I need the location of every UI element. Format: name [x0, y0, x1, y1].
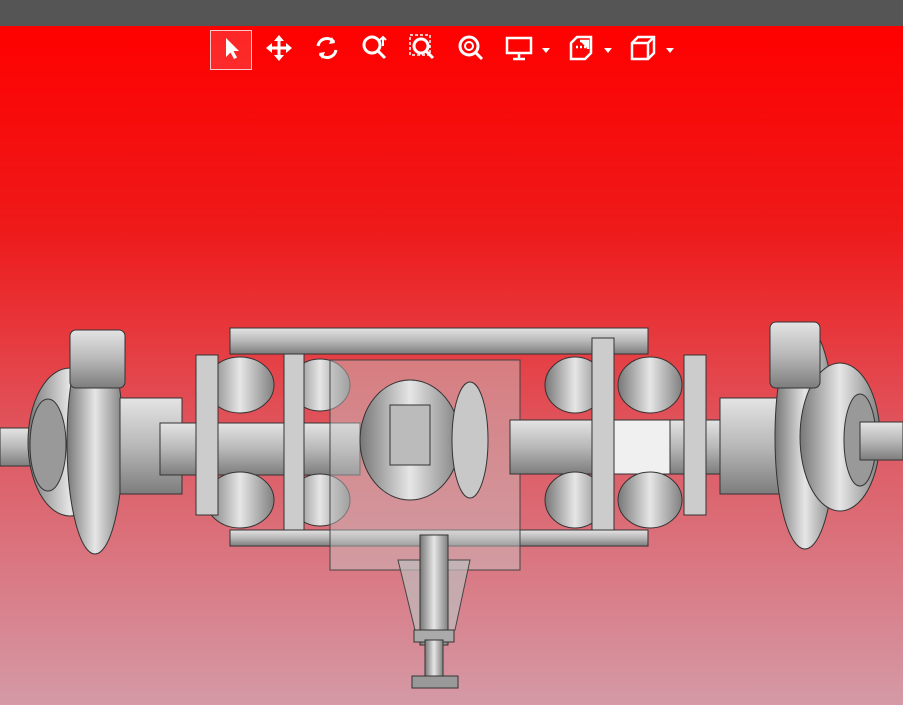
zoom-icon: [360, 33, 390, 68]
zoom-window-icon: [408, 33, 438, 68]
display-mode-dropdown[interactable]: [498, 30, 550, 70]
axle-assembly-model[interactable]: [0, 26, 903, 705]
zoom-fit-icon: [456, 33, 486, 68]
view-orientation-button[interactable]: [622, 30, 664, 70]
display-mode-button[interactable]: [498, 30, 540, 70]
select-tool-button[interactable]: [210, 30, 252, 70]
section-cut-icon: [566, 33, 596, 68]
rotate-tool-button[interactable]: [306, 30, 348, 70]
chevron-down-icon[interactable]: [604, 47, 612, 53]
pan-tool-button[interactable]: [258, 30, 300, 70]
cube-view-icon: [628, 33, 658, 68]
monitor-icon: [504, 33, 534, 68]
zoom-window-tool-button[interactable]: [402, 30, 444, 70]
zoom-fit-tool-button[interactable]: [450, 30, 492, 70]
3d-viewport[interactable]: [0, 26, 903, 705]
chevron-down-icon[interactable]: [666, 47, 674, 53]
section-button[interactable]: [560, 30, 602, 70]
view-orientation-dropdown[interactable]: [622, 30, 674, 70]
rotate-icon: [312, 33, 342, 68]
zoom-tool-button[interactable]: [354, 30, 396, 70]
viewer-toolbar: [210, 29, 684, 71]
select-arrow-icon: [216, 33, 246, 68]
chevron-down-icon[interactable]: [542, 47, 550, 53]
pan-move-icon: [264, 33, 294, 68]
section-dropdown[interactable]: [560, 30, 612, 70]
window-title-bar: [0, 0, 903, 26]
